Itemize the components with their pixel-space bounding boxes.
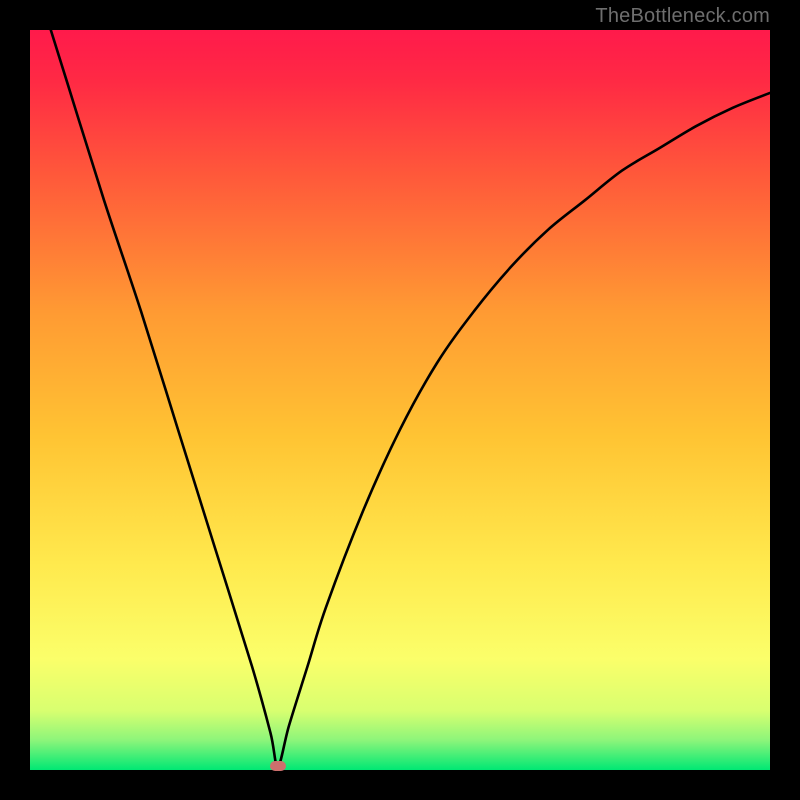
chart-frame: TheBottleneck.com: [0, 0, 800, 800]
plot-area: [30, 30, 770, 770]
bottleneck-curve: [30, 30, 770, 770]
watermark-text: TheBottleneck.com: [595, 5, 770, 28]
optimum-marker: [270, 761, 286, 771]
